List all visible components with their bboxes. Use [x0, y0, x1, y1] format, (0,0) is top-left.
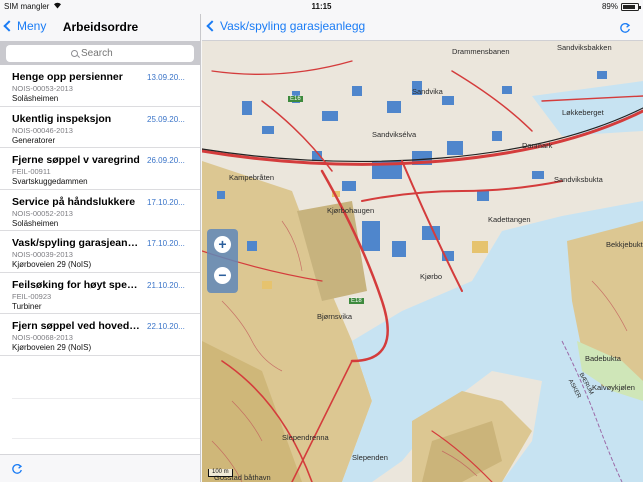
- map-label-drammensbanen: Drammensbanen: [452, 47, 510, 56]
- search-bar: [0, 41, 200, 65]
- work-order-row[interactable]: Henge opp persienner 13.09.20... NOIS-00…: [0, 65, 200, 107]
- refresh-icon[interactable]: [619, 21, 631, 39]
- map-label-danmark: Danmark: [522, 141, 553, 150]
- work-order-code: FEIL-00911: [12, 167, 51, 176]
- work-order-location: Kjørboveien 29 (NoIS): [12, 343, 92, 352]
- work-order-location: Soläsheimen: [12, 218, 59, 228]
- page-title: Arbeidsordre: [62, 20, 139, 34]
- map-label-bekkjebukta: Bekkjebukta: [606, 240, 643, 249]
- work-order-date: 17.10.20...: [147, 197, 185, 207]
- map-view[interactable]: Drammensbanen Sandviksbakken Sandvika Lø…: [202, 41, 643, 482]
- battery-icon: [621, 2, 641, 11]
- map-label-badebukta: Badebukta: [585, 354, 621, 363]
- map-label-slependrenna: Slependrenna: [282, 433, 329, 442]
- list-separator: [12, 438, 200, 439]
- work-order-location: Kjørboveien 29 (NoIS): [12, 260, 92, 269]
- work-order-code: NOIS-00052-2013: [12, 208, 73, 218]
- map-label-e18: E18: [349, 298, 364, 304]
- work-order-date: 22.10.20...: [147, 322, 185, 331]
- status-bar: SIM mangler 11:15 89%: [0, 0, 643, 14]
- map-label-lokkeberget: Løkkeberget: [562, 108, 604, 117]
- work-order-code: NOIS-00068-2013: [12, 333, 73, 342]
- chevron-left-icon: [206, 20, 218, 32]
- work-order-title: Henge opp persienner: [12, 71, 123, 83]
- work-order-title: Service på håndslukkere: [12, 195, 136, 208]
- work-order-row[interactable]: Fjern søppel ved hovedin... 22.10.20... …: [0, 314, 200, 356]
- work-order-code: NOIS-00046-2013: [12, 125, 73, 135]
- map-label-kalvoykjolen: Kalvøykjølen: [592, 383, 635, 392]
- detail-back-button[interactable]: Vask/spyling garasjeanlegg: [206, 19, 366, 33]
- work-order-row[interactable]: Service på håndslukkere 17.10.20... NOIS…: [0, 190, 200, 231]
- work-order-location: Generatorer: [12, 135, 56, 145]
- work-order-row[interactable]: Vask/spyling garasjeanlegg 17.10.20... N…: [0, 231, 200, 273]
- detail-nav-bar: Vask/spyling garasjeanlegg: [202, 14, 643, 41]
- zoom-control: + −: [207, 229, 238, 293]
- work-order-date: 26.09.20...: [147, 156, 185, 165]
- scale-bar: 100 m: [208, 469, 233, 477]
- search-icon: [71, 50, 78, 57]
- work-order-code: NOIS-00053-2013: [12, 84, 73, 93]
- map-label-slependen: Slependen: [352, 453, 388, 462]
- work-order-date: 21.10.20...: [147, 280, 185, 290]
- search-input[interactable]: [81, 48, 129, 59]
- map-label-kampebraten: Kampebråten: [229, 173, 275, 182]
- left-nav-bar: Meny Arbeidsordre: [0, 14, 200, 41]
- work-order-title: Feilsøking for høyt spenn...: [12, 278, 140, 291]
- work-order-row[interactable]: Feilsøking for høyt spenn... 21.10.20...…: [0, 273, 200, 314]
- work-order-panel: Meny Arbeidsordre Henge opp persienner 1…: [0, 14, 201, 482]
- work-order-code: NOIS-00039-2013: [12, 250, 73, 259]
- zoom-out-button[interactable]: −: [214, 267, 231, 284]
- work-order-date: 13.09.20...: [147, 73, 185, 82]
- work-order-row[interactable]: Ukentlig inspeksjon 25.09.20... NOIS-000…: [0, 107, 200, 148]
- battery-fill: [623, 4, 635, 9]
- clock: 11:15: [311, 2, 332, 11]
- left-toolbar: [0, 454, 200, 482]
- map-label-sandviksbukta: Sandviksbukta: [554, 175, 603, 184]
- battery-indicator: 89%: [601, 2, 641, 11]
- battery-percent: 89%: [601, 2, 618, 11]
- work-order-title: Vask/spyling garasjeanlegg: [12, 237, 140, 249]
- work-order-title: Fjern søppel ved hovedin...: [12, 320, 140, 332]
- map-label-sandvika: Sandvika: [412, 87, 443, 96]
- refresh-icon[interactable]: [11, 462, 23, 480]
- work-order-title: Fjerne søppel v varegrind: [12, 154, 140, 166]
- work-order-title: Ukentlig inspeksjon: [12, 112, 112, 125]
- map-label-e16: E16: [288, 96, 303, 102]
- work-order-location: Svartskuggedammen: [12, 177, 88, 186]
- work-order-date: 17.10.20...: [147, 239, 185, 248]
- work-order-date: 25.09.20...: [147, 114, 185, 124]
- detail-title: Vask/spyling garasjeanlegg: [220, 19, 366, 33]
- search-field[interactable]: [6, 45, 194, 62]
- zoom-in-button[interactable]: +: [214, 236, 231, 253]
- map-label-kjorbohaugen: Kjørbohaugen: [327, 206, 375, 215]
- work-order-row[interactable]: Fjerne søppel v varegrind 26.09.20... FE…: [0, 148, 200, 190]
- work-order-location: Turbiner: [12, 301, 42, 311]
- map-label-kadettangen: Kadettangen: [488, 215, 531, 224]
- work-order-location: Soläsheimen: [12, 94, 59, 103]
- map-label-sandvikselva: Sandviksélva: [372, 130, 417, 139]
- work-order-list: Henge opp persienner 13.09.20... NOIS-00…: [0, 65, 200, 356]
- list-separator: [12, 398, 200, 399]
- map-label-kjorbo: Kjørbo: [420, 272, 443, 281]
- map-label-bjornsvika: Bjørnsvika: [317, 312, 353, 321]
- map-label-sandviksbakken: Sandviksbakken: [557, 43, 612, 52]
- work-order-code: FEIL-00923: [12, 291, 52, 301]
